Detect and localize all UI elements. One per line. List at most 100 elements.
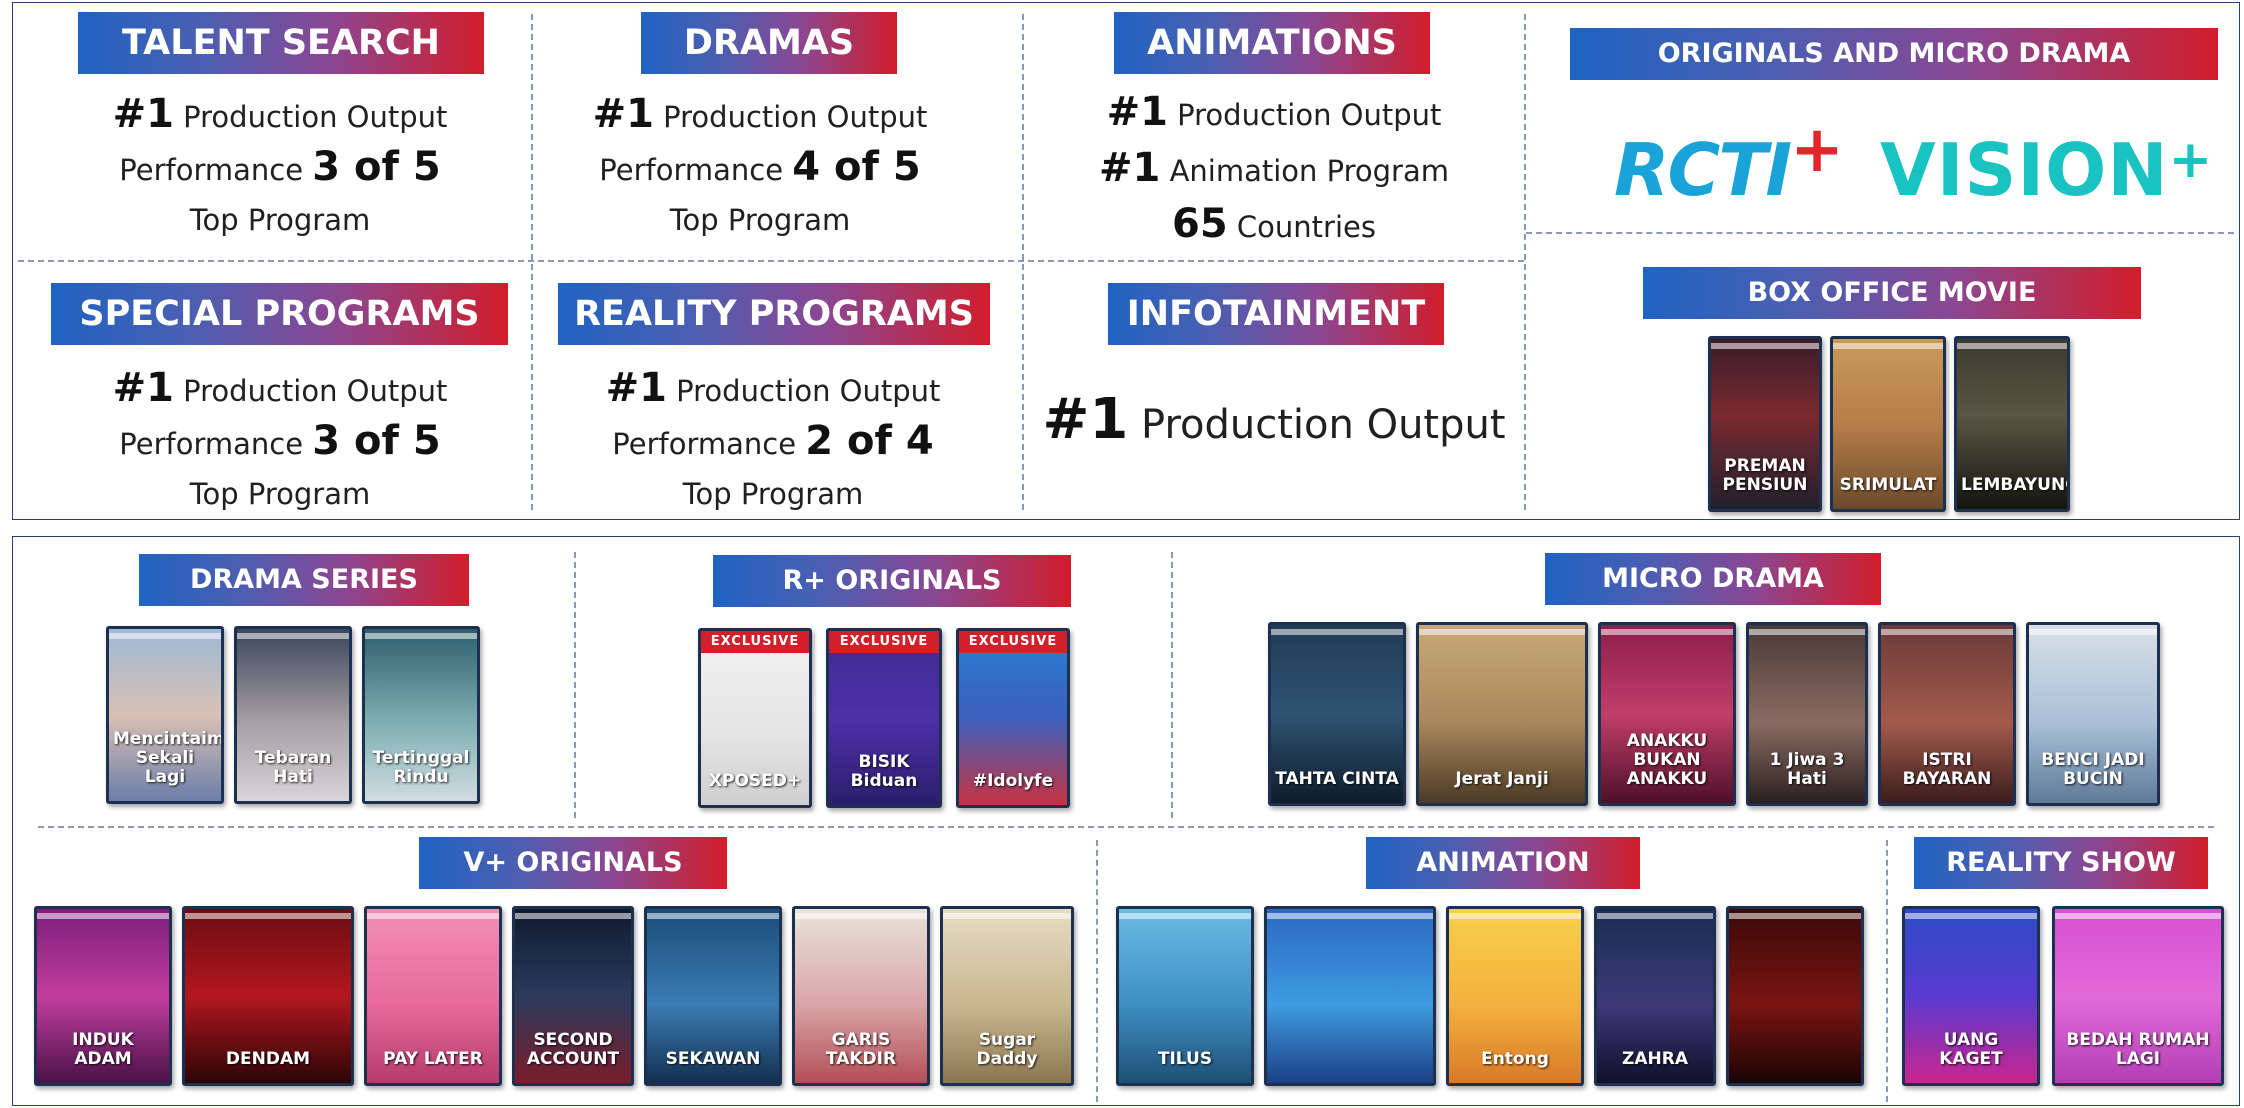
poster-title: ANAKKU BUKAN ANAKKU [1626,731,1708,789]
poster-thumbnail[interactable]: GARIS TAKDIR [792,906,930,1086]
poster-header-strip [1419,629,1585,635]
poster-thumbnail[interactable]: TILUS [1116,906,1254,1086]
poster-thumbnail[interactable]: Mencintaimu Sekali Lagi [106,626,224,804]
poster-header-strip [647,913,779,919]
poster-thumbnail[interactable]: 1 Jiwa 3 Hati [1746,622,1868,806]
r-plus-originals-poster-row: EXCLUSIVE XPOSED+ EXCLUSIVE BISIK Biduan EXC… [698,628,1070,808]
poster-header-strip [1711,343,1819,349]
divider [1886,840,1888,1102]
reality-programs-badge: REALITY PROGRAMS [558,283,990,345]
poster-header-strip [37,913,169,919]
poster-thumbnail[interactable]: EXCLUSIVE BISIK Biduan [826,628,942,808]
plus-icon: + [1790,113,1844,187]
plus-icon: + [2168,130,2214,190]
poster-thumbnail[interactable]: PREMAN PENSIUN [1708,336,1822,512]
poster-thumbnail[interactable]: BEDAH RUMAH LAGI [2052,906,2224,1086]
poster-thumbnail[interactable]: PAY LATER [364,906,502,1086]
poster-header-strip [515,913,631,919]
performance-value: 3 of 5 [312,144,441,190]
divider [1096,840,1098,1102]
poster-header-strip [109,633,221,639]
poster-thumbnail[interactable]: Tertinggal Rindu [362,626,480,804]
poster-thumbnail[interactable]: SEKAWAN [644,906,782,1086]
infotainment-stats: #1 Production Output [1030,390,1518,450]
poster-thumbnail[interactable]: TAHTA CINTA [1268,622,1406,806]
poster-header-strip [1749,629,1865,635]
rank-value: #1 [592,91,654,137]
poster-header-strip [185,913,351,919]
poster-header-strip [943,913,1071,919]
poster-title: PAY LATER [383,1049,483,1069]
poster-thumbnail[interactable]: LEMBAYUNG [1954,336,2070,512]
poster-title: GARIS TAKDIR [825,1030,897,1069]
poster-header-strip [1601,629,1733,635]
poster-header-strip [795,913,927,919]
poster-thumbnail[interactable]: EXCLUSIVE XPOSED+ [698,628,812,808]
reality-programs-stats: #1 Production Output Performance 2 of 4 … [548,362,998,521]
poster-thumbnail[interactable]: EXCLUSIVE #Idolyfe [956,628,1070,808]
r-plus-originals-badge: R+ ORIGINALS [713,555,1071,607]
exclusive-tag: EXCLUSIVE [701,631,809,653]
poster-thumbnail[interactable]: Jerat Janji [1416,622,1588,806]
poster-title: SECOND ACCOUNT [526,1030,620,1069]
poster-thumbnail[interactable]: BENCI JADI BUCIN [2026,622,2160,806]
poster-thumbnail[interactable]: Entong [1446,906,1584,1086]
poster-thumbnail[interactable]: ISTRI BAYARAN [1878,622,2016,806]
divider [1526,232,2234,234]
vision-plus-logo: VISION+ [1880,128,2213,212]
special-programs-badge: SPECIAL PROGRAMS [51,283,508,345]
dramas-badge: DRAMAS [641,12,897,74]
poster-header-strip [1449,913,1581,919]
poster-title: ZAHRA [1622,1049,1688,1069]
v-plus-originals-badge: V+ ORIGINALS [419,837,727,889]
poster-thumbnail[interactable] [1264,906,1436,1086]
drama-series-badge: DRAMA SERIES [139,554,469,606]
rcti-plus-logo: RCTI+ [1614,113,1844,212]
poster-thumbnail[interactable]: DENDAM [182,906,354,1086]
poster-thumbnail[interactable]: Tebaran Hati [234,626,352,804]
reality-show-badge: REALITY SHOW [1914,837,2208,889]
rank-value: #1 [1099,145,1161,191]
poster-title: DENDAM [225,1049,311,1069]
poster-header-strip [1119,913,1251,919]
talent-search-stats: #1 Production Output Performance 3 of 5 … [40,88,520,247]
stat-label: Production Output [666,374,941,408]
poster-thumbnail[interactable]: UANG KAGET [1902,906,2040,1086]
poster-title: Jerat Janji [1455,769,1549,789]
poster-header-strip [2029,629,2157,635]
poster-thumbnail[interactable]: ZAHRA [1594,906,1716,1086]
poster-thumbnail[interactable]: SRIMULAT [1830,336,1946,512]
animation-badge: ANIMATION [1366,837,1640,889]
rank-value: #1 [112,365,174,411]
animations-stats: #1 Production Output #1 Animation Progra… [1034,84,1514,252]
poster-title: Mencintaimu Sekali Lagi [113,729,224,787]
poster-thumbnail[interactable]: Sugar Daddy [940,906,1074,1086]
poster-thumbnail[interactable] [1726,906,1864,1086]
animation-poster-row: TILUS Entong ZAHRA [1116,906,1864,1086]
rank-value: #1 [605,365,667,411]
poster-header-strip [1729,913,1861,919]
poster-title: UANG KAGET [1939,1030,2003,1069]
poster-header-strip [1957,343,2067,349]
exclusive-tag: EXCLUSIVE [829,631,939,653]
micro-drama-badge: MICRO DRAMA [1545,553,1881,605]
performance-value: 2 of 4 [805,418,934,464]
divider [574,552,576,818]
rank-value: #1 [1042,387,1129,452]
poster-header-strip [1905,913,2037,919]
poster-thumbnail[interactable]: SECOND ACCOUNT [512,906,634,1086]
poster-title: Tebaran Hati [254,748,332,787]
stat-label: Top Program [189,203,371,237]
poster-thumbnail[interactable]: INDUK ADAM [34,906,172,1086]
poster-header-strip [365,633,477,639]
stat-label: Countries [1227,210,1376,244]
stat-label: Performance [599,153,793,187]
poster-thumbnail[interactable]: ANAKKU BUKAN ANAKKU [1598,622,1736,806]
divider [1524,14,1526,510]
poster-title: TILUS [1157,1049,1213,1069]
divider [1171,552,1173,818]
box-office-poster-row: PREMAN PENSIUN SRIMULAT LEMBAYUNG [1708,336,2070,512]
exclusive-tag: EXCLUSIVE [959,631,1067,653]
drama-series-poster-row: Mencintaimu Sekali Lagi Tebaran Hati Terti… [106,626,480,804]
poster-title: ISTRI BAYARAN [1902,750,1992,789]
